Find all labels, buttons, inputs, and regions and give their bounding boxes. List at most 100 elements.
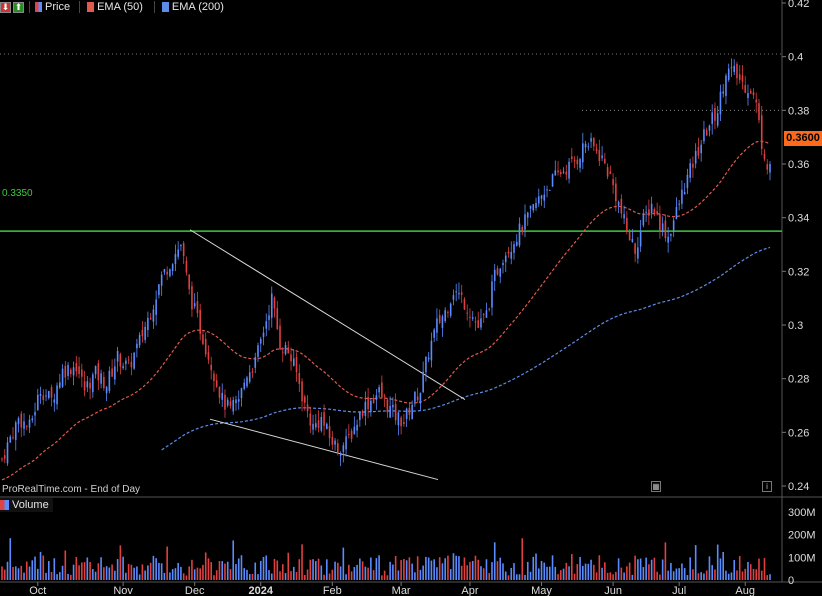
volume-bar xyxy=(9,538,12,580)
candle xyxy=(108,370,111,392)
toolbar-divider xyxy=(153,1,155,13)
candle xyxy=(169,269,171,277)
volume-bar xyxy=(372,570,375,580)
candle xyxy=(730,67,733,69)
candle xyxy=(12,437,14,439)
volume-bar xyxy=(769,574,771,580)
candle xyxy=(623,214,625,219)
candle xyxy=(174,254,177,264)
volume-bar xyxy=(114,570,116,580)
chart-toolbar: ⬇ ⬆ Price EMA (50) EMA (200) xyxy=(0,0,230,14)
volume-bar xyxy=(438,557,441,580)
candle xyxy=(17,418,20,425)
candle xyxy=(537,196,540,204)
volume-bar xyxy=(174,568,177,580)
volume-bar xyxy=(529,571,532,580)
volume-bar xyxy=(67,573,69,580)
y-tick-label: 0.38 xyxy=(788,105,809,117)
x-tick-label: Aug xyxy=(735,585,755,596)
legend-ema50[interactable]: EMA (50) xyxy=(85,1,145,13)
candle xyxy=(326,423,328,430)
volume-bar xyxy=(381,575,383,580)
volume-bar xyxy=(449,569,452,580)
volume-bar xyxy=(6,561,9,580)
volume-bar xyxy=(226,561,229,580)
volume-bar xyxy=(383,570,386,580)
candle xyxy=(694,150,697,164)
volume-bar xyxy=(94,571,97,580)
x-tick-label: Dec xyxy=(185,585,205,596)
candle xyxy=(403,422,405,425)
candle xyxy=(427,357,430,360)
volume-bar xyxy=(386,575,389,580)
candle xyxy=(416,396,419,401)
volume-bar xyxy=(540,560,543,580)
candle xyxy=(540,195,543,199)
volume-bar xyxy=(171,569,174,580)
volume-bar xyxy=(738,556,741,580)
volume-bar xyxy=(741,571,744,580)
candle xyxy=(513,244,515,253)
candle xyxy=(510,251,513,259)
arrow-down-icon[interactable]: ⬇ xyxy=(0,1,11,13)
candle xyxy=(193,303,196,307)
candle xyxy=(703,129,705,142)
volume-bar xyxy=(499,557,502,580)
candle xyxy=(606,167,609,177)
candle xyxy=(381,382,383,398)
volume-bar xyxy=(469,561,471,580)
candle xyxy=(755,99,758,103)
volume-bar xyxy=(645,557,647,580)
candle xyxy=(31,418,34,421)
candle xyxy=(273,297,276,309)
candle xyxy=(23,421,25,429)
volume-bar xyxy=(191,559,193,580)
candle xyxy=(411,404,413,420)
volume-bar xyxy=(105,566,108,580)
candle xyxy=(598,150,601,162)
candle xyxy=(59,382,61,388)
candle xyxy=(188,274,190,290)
legend-ema200[interactable]: EMA (200) xyxy=(160,1,226,13)
candle xyxy=(39,393,42,396)
candle xyxy=(361,410,364,416)
candle xyxy=(345,436,347,450)
candle xyxy=(155,299,157,315)
volume-bar xyxy=(466,565,469,580)
volume-tick-label: 0 xyxy=(788,575,794,587)
volume-bar xyxy=(760,570,763,580)
volume-bar xyxy=(75,556,78,580)
volume-swatch xyxy=(0,500,9,510)
legend-price[interactable]: Price xyxy=(35,1,70,13)
candle xyxy=(760,115,763,150)
candle xyxy=(125,360,127,364)
candle xyxy=(521,226,524,233)
volume-bar xyxy=(163,572,166,580)
candle xyxy=(548,189,551,191)
volume-bar xyxy=(606,572,609,580)
volume-bar xyxy=(397,570,400,580)
volume-bar xyxy=(661,559,664,580)
price-swatch xyxy=(35,2,42,12)
volume-bar xyxy=(485,559,488,580)
candle xyxy=(356,424,358,431)
volume-bar xyxy=(97,563,100,580)
candle xyxy=(243,382,246,389)
volume-bar xyxy=(125,572,127,580)
calendar-icon[interactable]: ▦ xyxy=(651,481,661,492)
candle xyxy=(221,392,224,400)
candle xyxy=(433,329,435,338)
arrow-up-icon[interactable]: ⬆ xyxy=(13,1,24,13)
volume-bar xyxy=(725,570,727,580)
candle xyxy=(661,223,664,232)
volume-bar xyxy=(141,564,144,580)
candle xyxy=(202,334,204,345)
volume-bar xyxy=(28,566,31,580)
y-tick-label: 0.32 xyxy=(788,266,809,278)
candle xyxy=(259,338,262,344)
info-icon[interactable]: i xyxy=(762,481,772,492)
candle xyxy=(136,343,138,349)
volume-bar xyxy=(364,566,367,580)
candle xyxy=(207,352,210,360)
volume-bar xyxy=(672,571,675,580)
